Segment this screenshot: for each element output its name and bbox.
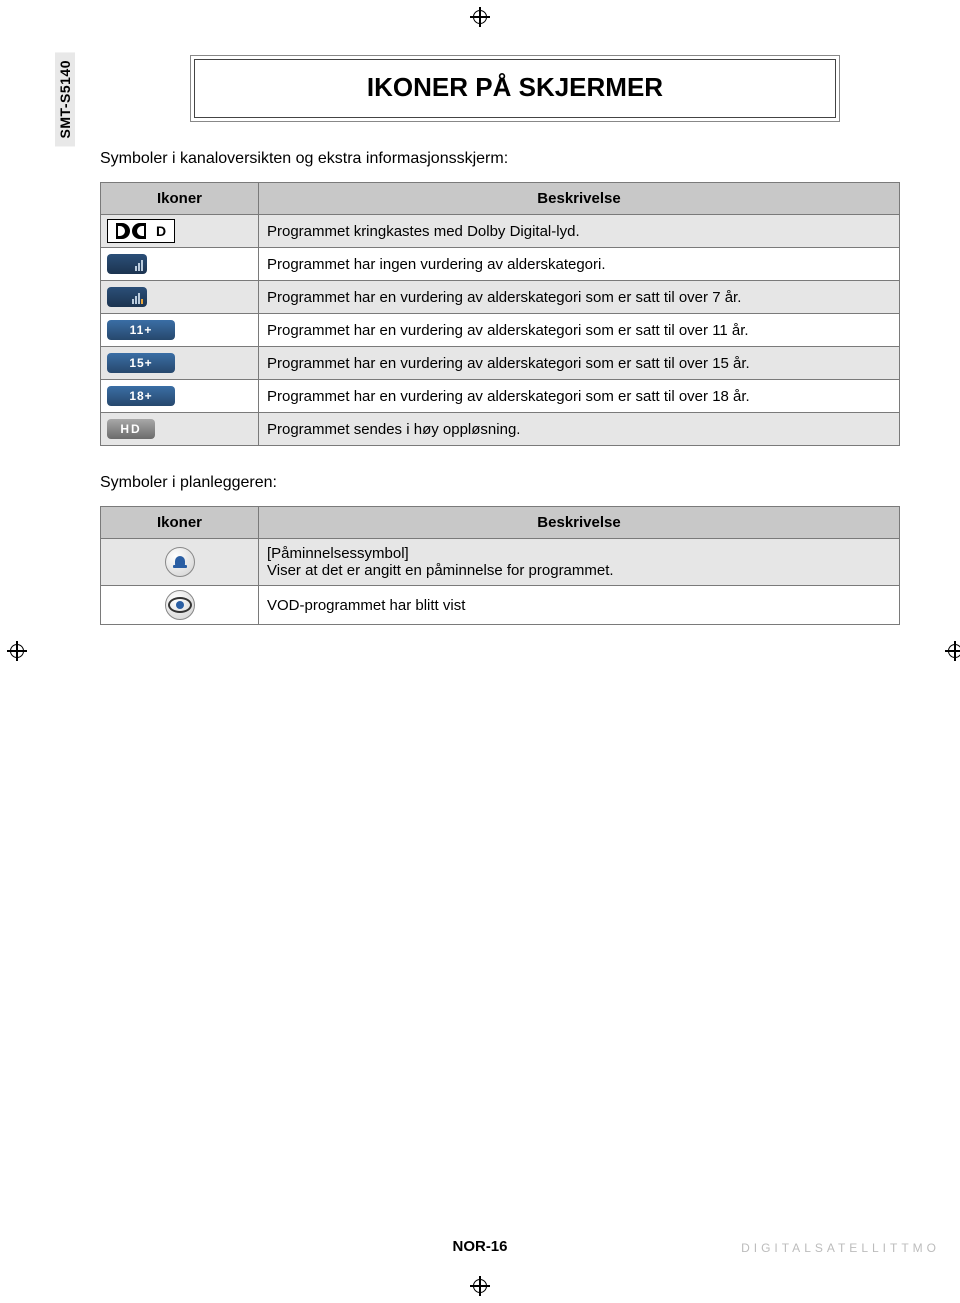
dolby-digital-icon: D bbox=[107, 219, 175, 243]
table-row: [Påminnelsessymbol] Viser at det er angi… bbox=[101, 539, 900, 586]
vod-eye-icon bbox=[165, 590, 195, 620]
row-desc: Programmet sendes i høy oppløsning. bbox=[259, 413, 900, 446]
table-row: HD Programmet sendes i høy oppløsning. bbox=[101, 413, 900, 446]
side-tab-model: SMT-S5140 bbox=[55, 52, 75, 146]
row-desc: [Påminnelsessymbol] Viser at det er angi… bbox=[259, 539, 900, 586]
table2-header-desc: Beskrivelse bbox=[259, 507, 900, 539]
row-desc: Programmet har en vurdering av alderskat… bbox=[259, 380, 900, 413]
table1-header-desc: Beskrivelse bbox=[259, 183, 900, 215]
reminder-desc: Viser at det er angitt en påminnelse for… bbox=[267, 562, 891, 579]
icon-table-2: Ikoner Beskrivelse [Påminnelsessymbol] V… bbox=[100, 506, 900, 625]
table-row: 18+ Programmet har en vurdering av alder… bbox=[101, 380, 900, 413]
registration-mark-left bbox=[6, 640, 28, 662]
icon-table-1: Ikoner Beskrivelse D Programmet kringkas… bbox=[100, 182, 900, 446]
registration-mark-top bbox=[469, 6, 491, 28]
row-desc: VOD-programmet har blitt vist bbox=[259, 586, 900, 625]
intro-text-2: Symboler i planleggeren: bbox=[100, 474, 900, 492]
reminder-bell-icon bbox=[165, 547, 195, 577]
row-desc: Programmet har ingen vurdering av alders… bbox=[259, 248, 900, 281]
row-desc: Programmet kringkastes med Dolby Digital… bbox=[259, 215, 900, 248]
table-row: VOD-programmet har blitt vist bbox=[101, 586, 900, 625]
table1-header-icons: Ikoner bbox=[101, 183, 259, 215]
title-frame: IKONER PÅ SKJERMER bbox=[190, 55, 840, 122]
hd-icon: HD bbox=[107, 417, 155, 441]
row-desc: Programmet har en vurdering av alderskat… bbox=[259, 314, 900, 347]
no-rating-icon bbox=[107, 252, 147, 276]
row-desc: Programmet har en vurdering av alderskat… bbox=[259, 347, 900, 380]
age-7-icon bbox=[107, 285, 147, 309]
age-15-icon: 15+ bbox=[107, 351, 175, 375]
reminder-title: [Påminnelsessymbol] bbox=[267, 545, 891, 562]
registration-mark-right bbox=[944, 640, 960, 662]
page-content: IKONER PÅ SKJERMER Symboler i kanalovers… bbox=[100, 55, 900, 653]
table-row: 11+ Programmet har en vurdering av alder… bbox=[101, 314, 900, 347]
registration-mark-bottom bbox=[469, 1275, 491, 1297]
table-row: Programmet har ingen vurdering av alders… bbox=[101, 248, 900, 281]
age-18-icon: 18+ bbox=[107, 384, 175, 408]
intro-text-1: Symboler i kanaloversikten og ekstra inf… bbox=[100, 150, 900, 168]
row-desc: Programmet har en vurdering av alderskat… bbox=[259, 281, 900, 314]
table-row: D Programmet kringkastes med Dolby Digit… bbox=[101, 215, 900, 248]
manual-page: SMT-S5140 IKONER PÅ SKJERMER Symboler i … bbox=[0, 0, 960, 1303]
age-11-icon: 11+ bbox=[107, 318, 175, 342]
page-title: IKONER PÅ SKJERMER bbox=[194, 59, 836, 118]
table-row: Programmet har en vurdering av alderskat… bbox=[101, 281, 900, 314]
footer-running-title: DIGITALSATELLITTMO bbox=[741, 1241, 940, 1255]
table2-header-icons: Ikoner bbox=[101, 507, 259, 539]
table-row: 15+ Programmet har en vurdering av alder… bbox=[101, 347, 900, 380]
